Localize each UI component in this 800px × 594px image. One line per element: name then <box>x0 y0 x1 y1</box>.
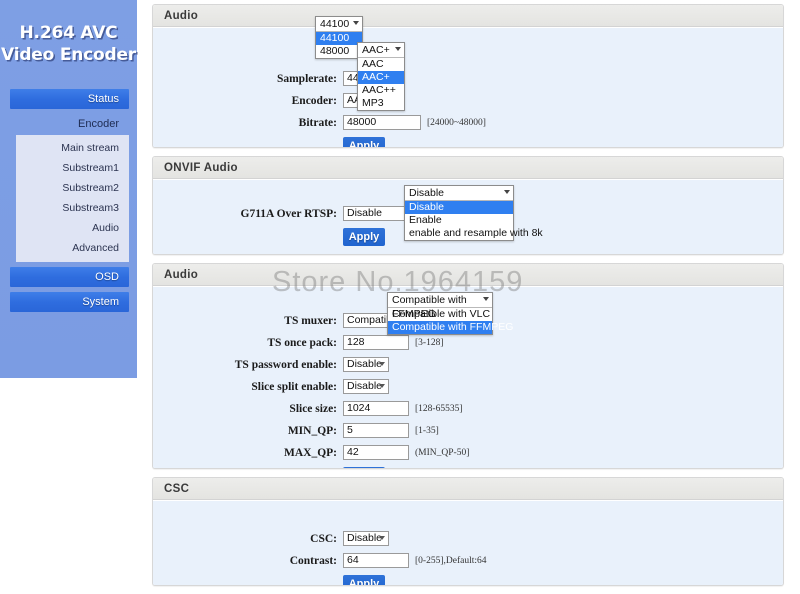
max-qp-label: MAX_QP: <box>283 446 337 459</box>
sidebar-item-status[interactable]: Status <box>10 89 129 109</box>
samplerate-dropdown-current[interactable]: 44100 <box>316 17 362 32</box>
sidebar-item-substream3[interactable]: Substream3 <box>16 198 129 218</box>
slice-size-input[interactable]: 1024 <box>343 401 409 416</box>
ts-once-pack-label: TS once pack: <box>267 336 337 349</box>
sidebar-item-encoder[interactable]: Encoder <box>10 114 129 134</box>
chevron-down-icon <box>379 536 385 540</box>
samplerate-dropdown-list[interactable]: 44100 44100 48000 <box>315 16 363 59</box>
chevron-down-icon <box>395 47 401 51</box>
sidebar-item-substream1[interactable]: Substream1 <box>16 158 129 178</box>
g711a-over-rtsp-value: Disable <box>347 207 383 219</box>
panel-csc-body: CSC: Disable Contrast: 64 [0-255],Defaul… <box>153 500 783 585</box>
ts-password-enable-value: Disable <box>347 358 383 370</box>
g711a-option-resample-8k[interactable]: enable and resample with 8k <box>405 227 543 240</box>
encoder-option-aac[interactable]: AAC <box>358 58 404 71</box>
csc-select[interactable]: Disable <box>343 531 389 546</box>
ts-password-enable-label: TS password enable: <box>234 358 337 371</box>
panel-csc-title: CSC <box>153 478 783 500</box>
chevron-down-icon <box>483 297 489 301</box>
content-area: Audio Samplerate: 44100 Encoder: AAC+ Bi… <box>152 4 784 594</box>
sidebar-item-substream2[interactable]: Substream2 <box>16 178 129 198</box>
sidebar-item-main-stream[interactable]: Main stream <box>16 138 129 158</box>
onvif-audio-apply-button[interactable]: Apply <box>343 228 385 246</box>
sidebar-item-advanced[interactable]: Advanced <box>16 238 129 258</box>
encoder-dropdown-list[interactable]: AAC+ AAC AAC+ AAC++ MP3 <box>357 42 405 111</box>
sidebar-submenu-encoder: Main stream Substream1 Substream2 Substr… <box>16 135 129 262</box>
csc-label: CSC: <box>310 532 337 545</box>
audio-ts-apply-button[interactable]: Apply <box>343 467 385 468</box>
g711a-dropdown-list[interactable]: Disable Disable Enable enable and resamp… <box>404 185 543 241</box>
sidebar-item-audio[interactable]: Audio <box>16 218 129 238</box>
contrast-label: Contrast: <box>289 554 337 567</box>
panel-audio-ts-body: TS muxer: Compatible with FFMPEG TS once… <box>153 286 783 468</box>
sidebar-item-osd[interactable]: OSD <box>10 267 129 287</box>
brand-line-2: Video Encoder <box>1 45 136 65</box>
contrast-hint: [0-255],Default:64 <box>415 555 487 566</box>
g711a-over-rtsp-label: G711A Over RTSP: <box>240 207 338 220</box>
chevron-down-icon <box>379 384 385 388</box>
slice-split-enable-label: Slice split enable: <box>251 380 337 393</box>
panel-onvif-audio: ONVIF Audio G711A Over RTSP: Disable App… <box>152 156 784 255</box>
sidebar: H.264 AVC Video Encoder Status Encoder M… <box>0 0 137 378</box>
audio-apply-button[interactable]: Apply <box>343 137 385 147</box>
sidebar-menu: Status Encoder Main stream Substream1 Su… <box>0 89 137 312</box>
encoder-option-mp3[interactable]: MP3 <box>358 97 404 110</box>
panel-onvif-audio-body: G711A Over RTSP: Disable Apply Disable D… <box>153 179 783 254</box>
ts-muxer-dropdown-current[interactable]: Compatible with FFMPEG <box>388 293 492 320</box>
ts-muxer-dropdown-list[interactable]: Compatible with FFMPEG Compatible with V… <box>387 292 513 335</box>
min-qp-hint: [1-35] <box>415 425 439 436</box>
app-title: H.264 AVC Video Encoder <box>0 0 137 66</box>
sidebar-item-system[interactable]: System <box>10 292 129 312</box>
chevron-down-icon <box>353 21 359 25</box>
slice-size-label: Slice size: <box>289 402 337 415</box>
csc-apply-button[interactable]: Apply <box>343 575 385 585</box>
panel-csc: CSC CSC: Disable Contrast: 64 [0-255],De… <box>152 477 784 586</box>
ts-once-pack-input[interactable]: 128 <box>343 335 409 350</box>
ts-muxer-label: TS muxer: <box>284 314 337 327</box>
g711a-option-disable[interactable]: Disable <box>405 201 513 214</box>
min-qp-input[interactable]: 5 <box>343 423 409 438</box>
g711a-option-enable[interactable]: Enable <box>405 214 513 227</box>
ts-muxer-option-ffmpeg[interactable]: Compatible with FFMPEG <box>388 321 513 334</box>
encoder-option-aacplusplus[interactable]: AAC++ <box>358 84 404 97</box>
samplerate-option-44100[interactable]: 44100 <box>316 32 362 45</box>
slice-split-enable-value: Disable <box>347 380 383 392</box>
encoder-option-aacplus[interactable]: AAC+ <box>358 71 404 84</box>
samplerate-label: Samplerate: <box>276 72 337 85</box>
brand-line-1: H.264 AVC <box>19 23 118 43</box>
panel-audio: Audio Samplerate: 44100 Encoder: AAC+ Bi… <box>152 4 784 148</box>
min-qp-label: MIN_QP: <box>287 424 337 437</box>
panel-audio-ts: Audio TS muxer: Compatible with FFMPEG T… <box>152 263 784 469</box>
panel-audio-ts-title: Audio <box>153 264 783 286</box>
chevron-down-icon <box>379 362 385 366</box>
panel-audio-body: Samplerate: 44100 Encoder: AAC+ Bitrate:… <box>153 16 783 147</box>
bitrate-label: Bitrate: <box>298 116 337 129</box>
g711a-dropdown-current[interactable]: Disable <box>405 186 513 201</box>
slice-size-hint: [128-65535] <box>415 403 463 414</box>
bitrate-range-hint: [24000~48000] <box>427 117 486 128</box>
samplerate-dropdown-current-label: 44100 <box>320 18 350 30</box>
contrast-input[interactable]: 64 <box>343 553 409 568</box>
max-qp-hint: (MIN_QP-50] <box>415 447 470 458</box>
ts-password-enable-select[interactable]: Disable <box>343 357 389 372</box>
panel-onvif-audio-title: ONVIF Audio <box>153 157 783 179</box>
g711a-dropdown-current-label: Disable <box>409 187 445 199</box>
samplerate-option-48000[interactable]: 48000 <box>316 45 362 58</box>
chevron-down-icon <box>504 190 510 194</box>
slice-split-enable-select[interactable]: Disable <box>343 379 389 394</box>
bitrate-input[interactable]: 48000 <box>343 115 421 130</box>
encoder-dropdown-current[interactable]: AAC+ <box>358 43 404 58</box>
csc-value: Disable <box>347 532 383 544</box>
encoder-dropdown-current-label: AAC+ <box>362 44 390 56</box>
max-qp-input[interactable]: 42 <box>343 445 409 460</box>
panel-audio-title: Audio <box>153 5 783 27</box>
encoder-label: Encoder: <box>291 94 337 107</box>
ts-once-pack-hint: [3-128] <box>415 337 444 348</box>
